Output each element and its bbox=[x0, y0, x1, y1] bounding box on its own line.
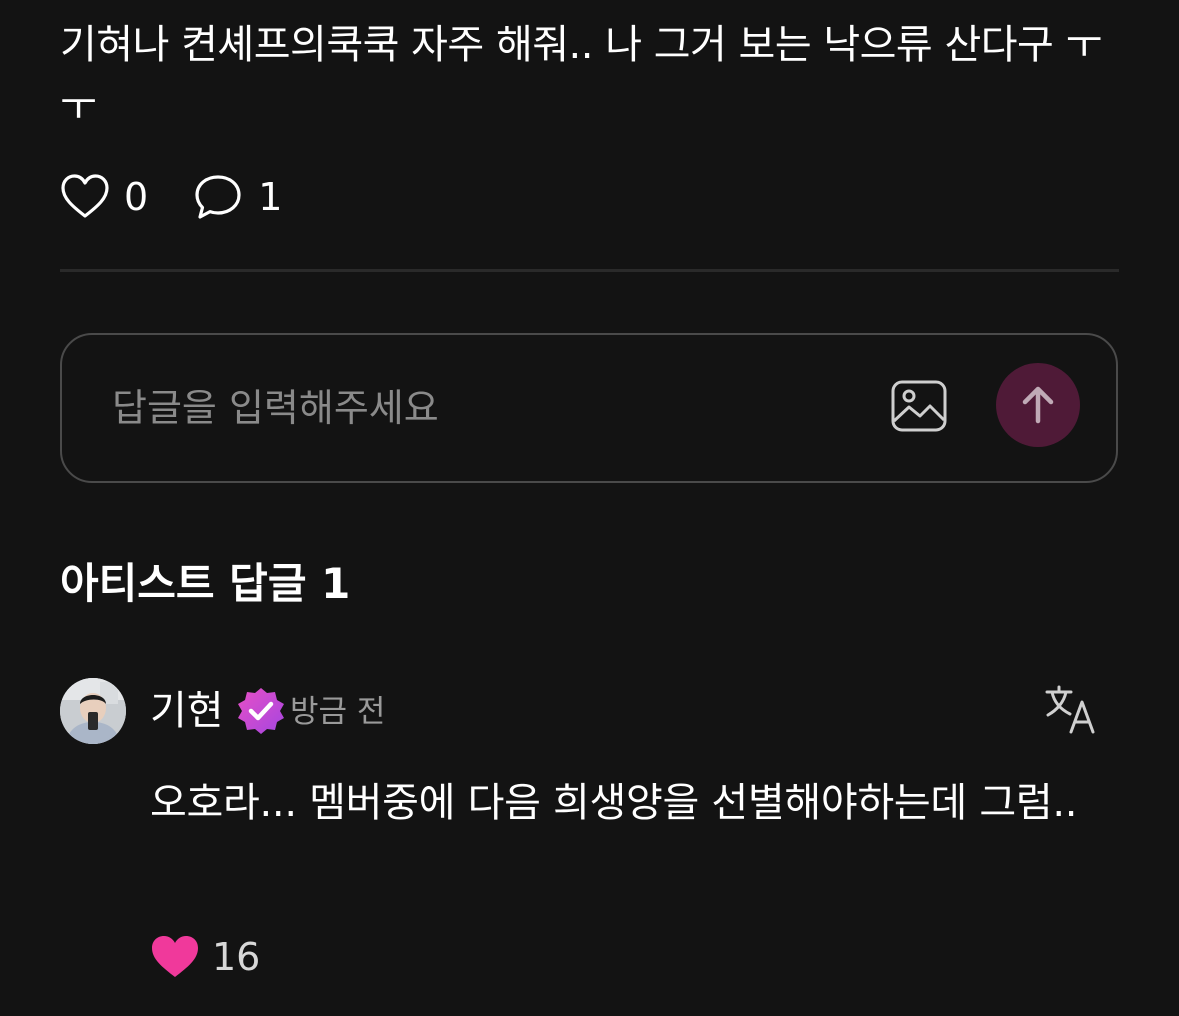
comment-text: 오호라... 멤버중에 다음 희생양을 선별해야하는데 그럼.. bbox=[150, 780, 1078, 826]
send-button[interactable] bbox=[996, 363, 1080, 447]
attach-image-button[interactable] bbox=[890, 379, 948, 433]
verified-badge-icon bbox=[238, 688, 284, 734]
like-button[interactable]: 0 bbox=[60, 172, 148, 222]
comment-like-count: 16 bbox=[212, 935, 261, 979]
post-text: 기혀나 켠셰프의쿡쿡 자주 해줘.. 나 그거 보는 낙으류 산다구 ㅜㅜ bbox=[60, 22, 1102, 130]
translate-icon bbox=[1045, 685, 1095, 734]
post-actions: 0 1 bbox=[60, 172, 282, 222]
comment-time: 방금 전 bbox=[290, 694, 386, 730]
comment-count: 1 bbox=[258, 175, 283, 219]
avatar[interactable] bbox=[60, 678, 126, 744]
like-count: 0 bbox=[124, 175, 149, 219]
heart-filled-icon bbox=[152, 936, 198, 977]
speech-bubble-icon bbox=[195, 175, 241, 219]
reply-box bbox=[60, 333, 1118, 483]
reply-input[interactable] bbox=[112, 375, 812, 441]
image-icon bbox=[891, 380, 947, 432]
author-name: 기현 bbox=[150, 688, 224, 734]
comment-thread-screen: 기혀나 켠셰프의쿡쿡 자주 해줘.. 나 그거 보는 낙으류 산다구 ㅜㅜ 0 … bbox=[0, 0, 1179, 1016]
arrow-up-icon bbox=[1022, 386, 1054, 424]
comment-button[interactable]: 1 bbox=[194, 172, 282, 222]
heart-outline-icon bbox=[61, 174, 109, 218]
artist-replies-title: 아티스트 답글 1 bbox=[60, 559, 351, 608]
translate-button[interactable] bbox=[1044, 684, 1100, 736]
divider bbox=[60, 269, 1119, 272]
comment-like-button[interactable]: 16 bbox=[150, 932, 260, 982]
